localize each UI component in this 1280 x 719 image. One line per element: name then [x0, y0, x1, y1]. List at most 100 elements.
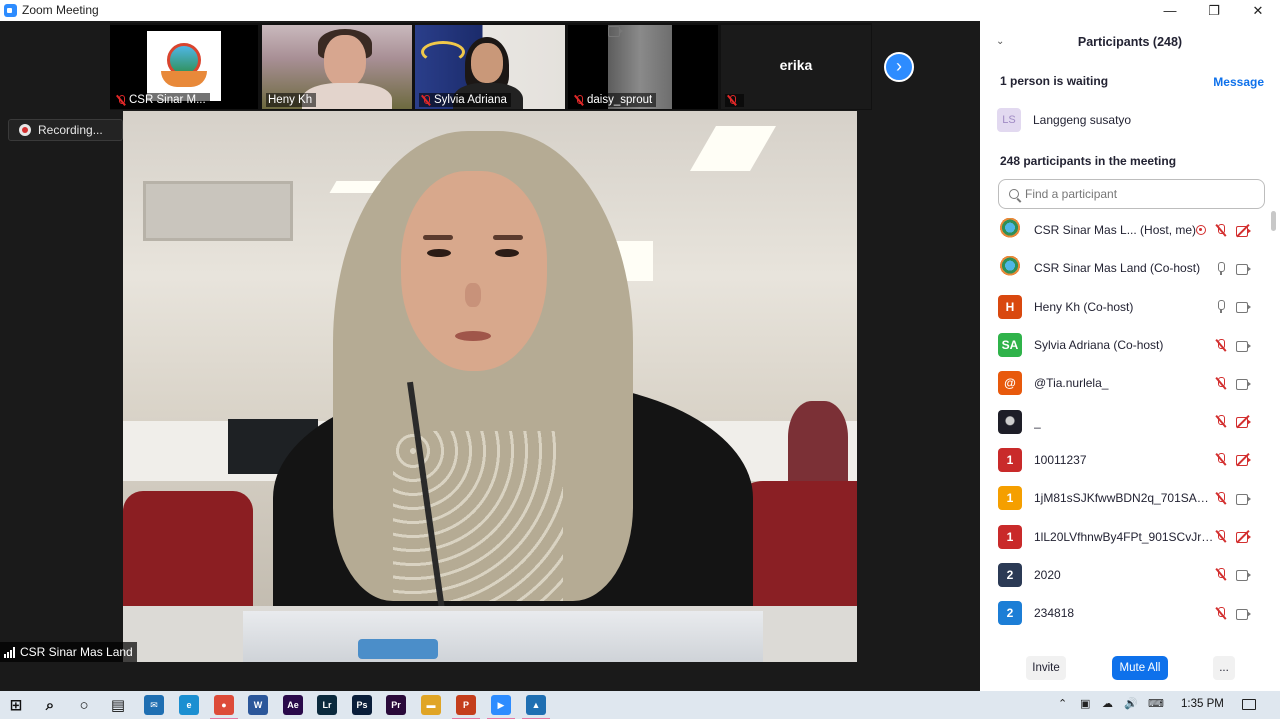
taskbar-photoshop-icon[interactable]: Ps	[352, 695, 372, 715]
participant-row[interactable]: @ @Tia.nurlela_	[980, 364, 1272, 402]
panel-footer: Invite Mute All ...	[980, 653, 1280, 683]
notification-icon[interactable]	[1242, 697, 1256, 713]
taskbar-after-effects-icon[interactable]: Ae	[283, 695, 303, 715]
tray-icon[interactable]: ⌃	[1058, 697, 1067, 710]
recording-icon	[1196, 225, 1206, 236]
participant-row[interactable]: SA Sylvia Adriana (Co-host)	[980, 326, 1272, 364]
participant-row[interactable]: 1 1jM81sSJKfwwBDN2q_701SAAAAAAAAA	[980, 479, 1272, 517]
taskbar-task-view-icon[interactable]: ▤	[108, 695, 128, 715]
next-page-button[interactable]: ›	[884, 52, 914, 82]
participant-row[interactable]: 2 2020	[980, 556, 1272, 594]
participant-name: CSR Sinar Mas Land (Co-host)	[1034, 261, 1201, 276]
avatar	[998, 256, 1022, 281]
avatar: 1	[998, 524, 1022, 549]
taskbar-chrome-icon[interactable]: ●	[210, 695, 238, 719]
mute-all-button[interactable]: Mute All	[1112, 656, 1168, 680]
participants-panel: ⌄ Participants (248) 1 person is waiting…	[980, 21, 1280, 691]
mic-muted-icon	[421, 94, 431, 106]
thumbnail-name: daisy_sprout	[587, 94, 653, 106]
invite-button[interactable]: Invite	[1026, 656, 1066, 680]
participant-list-scrollbar[interactable]	[1271, 211, 1276, 231]
chevron-down-icon[interactable]: ⌄	[996, 21, 1004, 63]
waiting-participant-name: Langgeng susatyo	[1033, 113, 1132, 127]
search-icon	[1009, 189, 1019, 199]
recording-icon	[19, 124, 31, 136]
signal-strength-icon	[4, 646, 15, 658]
participant-name: CSR Sinar Mas L... (Host, me)	[1034, 223, 1197, 238]
message-waiting-link[interactable]: Message	[1213, 75, 1264, 89]
tray-icon[interactable]: ▣	[1080, 697, 1090, 710]
participant-name: Sylvia Adriana (Co-host)	[1034, 338, 1164, 353]
avatar: 1	[998, 447, 1022, 472]
participant-search-input[interactable]: Find a participant	[998, 179, 1265, 209]
avatar	[998, 218, 1022, 243]
taskbar-search-icon[interactable]: ⌕	[40, 695, 60, 715]
video-off-icon	[1236, 529, 1252, 544]
video-off-icon	[1236, 453, 1252, 467]
taskbar-file-explorer-icon[interactable]: ▬	[421, 695, 441, 715]
taskbar-word-icon[interactable]: W	[248, 695, 268, 715]
waiting-participant[interactable]: LS Langgeng susatyo	[997, 108, 1131, 132]
mic-icon	[1215, 300, 1227, 314]
mic-muted-icon	[1215, 223, 1227, 237]
participant-row[interactable]: CSR Sinar Mas L... (Host, me)	[980, 211, 1272, 249]
mic-icon	[1215, 261, 1227, 275]
video-off-icon	[1236, 223, 1252, 237]
in-meeting-label: 248 participants in the meeting	[1000, 154, 1177, 168]
video-icon	[1236, 301, 1252, 314]
thumbnail-heny-kh[interactable]: Heny Kh	[262, 25, 412, 109]
thumbnail-csr-sinar-mas[interactable]: CSR Sinar M...	[110, 25, 258, 109]
participant-name: 1jM81sSJKfwwBDN2q_701SAAAAAAAAA	[1034, 491, 1214, 506]
thumbnail-erika[interactable]: erika	[721, 25, 871, 109]
mic-muted-icon	[727, 95, 737, 106]
taskbar-mail-icon[interactable]: ✉	[144, 695, 164, 715]
participant-row[interactable]: 1 10011237	[980, 441, 1272, 479]
participant-row[interactable]: _	[980, 402, 1272, 440]
tray-icon[interactable]: 🔊	[1124, 697, 1138, 710]
participant-name: _	[1034, 414, 1041, 429]
thumbnail-strip: CSR Sinar M... Heny Kh Sylvia Adriana da…	[110, 23, 872, 110]
mic-muted-icon	[574, 94, 584, 106]
more-button[interactable]: ...	[1213, 656, 1235, 680]
thumbnail-name: CSR Sinar M...	[129, 94, 206, 106]
participant-row[interactable]: 2 234818	[980, 594, 1272, 632]
participant-name: 1lL20LVfhnwBy4FPt_901SCvJr6xFxxxx	[1034, 529, 1214, 544]
video-icon	[1236, 569, 1252, 582]
taskbar-cortana-icon[interactable]: ○	[74, 695, 94, 715]
taskbar-photos-icon[interactable]: ▲	[522, 695, 550, 719]
avatar: LS	[997, 108, 1021, 132]
minimize-button[interactable]: —	[1148, 0, 1192, 21]
participant-row[interactable]: 1 1lL20LVfhnwBy4FPt_901SCvJr6xFxxxx	[980, 517, 1272, 555]
thumbnail-name: Sylvia Adriana	[434, 94, 507, 106]
taskbar-powerpoint-icon[interactable]: P	[452, 695, 480, 719]
mic-muted-icon	[1215, 376, 1227, 390]
taskbar-zoom-icon[interactable]: ▶	[487, 695, 515, 719]
recording-indicator[interactable]: Recording...	[8, 119, 123, 141]
tray-icon[interactable]: ☁	[1102, 697, 1113, 710]
avatar: 1	[998, 486, 1022, 511]
mic-muted-icon	[1215, 491, 1227, 505]
mic-muted-icon	[1215, 415, 1227, 428]
avatar: H	[998, 294, 1022, 319]
taskbar-start-icon[interactable]: ⊞	[6, 695, 26, 715]
search-placeholder: Find a participant	[1025, 187, 1118, 201]
taskbar-premiere-icon[interactable]: Pr	[386, 695, 406, 715]
thumbnail-daisy-sprout[interactable]: daisy_sprout	[568, 25, 718, 109]
taskbar-clock[interactable]: 1:35 PM	[1181, 698, 1224, 710]
participant-name: 234818	[1034, 606, 1075, 621]
tray-icon[interactable]: ⌨	[1148, 697, 1164, 710]
video-icon	[1236, 493, 1252, 505]
participant-row[interactable]: H Heny Kh (Co-host)	[980, 288, 1272, 326]
recording-label: Recording...	[38, 123, 103, 137]
window-title: Zoom Meeting	[22, 3, 99, 17]
video-off-icon	[1236, 415, 1252, 429]
thumbnail-sylvia-adriana[interactable]: Sylvia Adriana	[415, 25, 565, 109]
restore-button[interactable]: ❐	[1192, 0, 1236, 21]
participant-name: @Tia.nurlela_	[1034, 376, 1109, 391]
taskbar-edge-icon[interactable]: e	[179, 695, 199, 715]
close-button[interactable]: ✕	[1236, 0, 1280, 21]
mic-muted-icon	[1215, 530, 1227, 543]
participant-row[interactable]: CSR Sinar Mas Land (Co-host)	[980, 249, 1272, 287]
active-speaker-video	[123, 111, 857, 662]
taskbar-lightroom-icon[interactable]: Lr	[317, 695, 337, 715]
